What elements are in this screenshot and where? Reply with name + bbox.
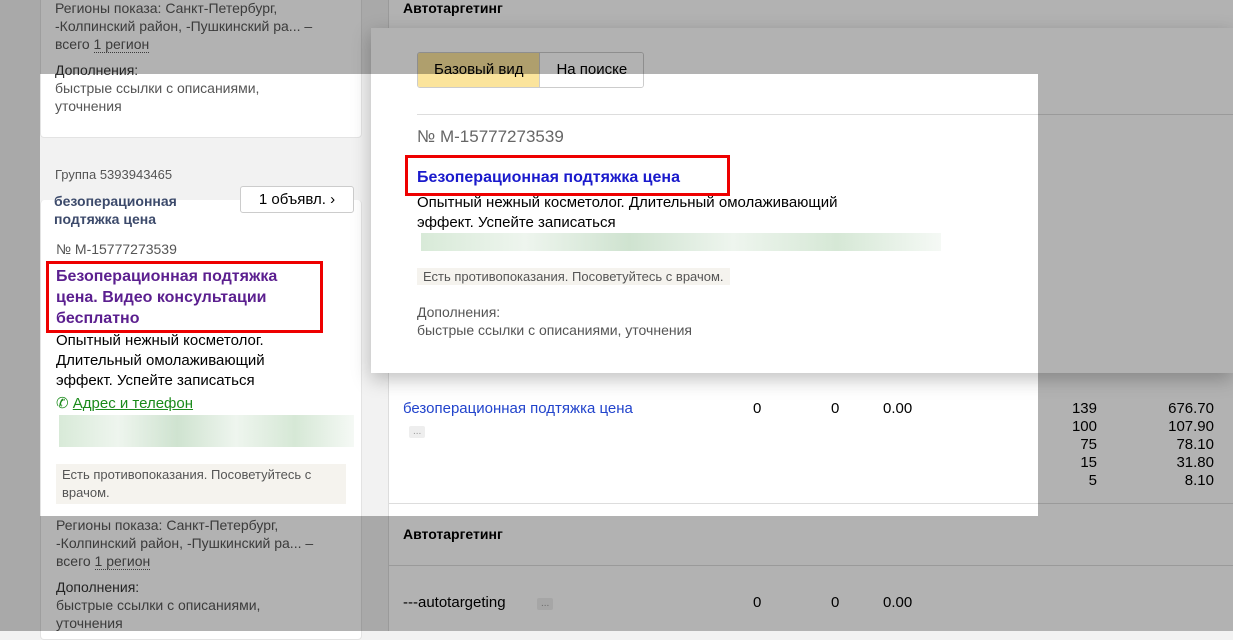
warning: Есть противопоказания. Посоветуйтесь с в… (56, 464, 346, 504)
cell: 0.00 (883, 400, 913, 417)
contact-link-label: Адрес и телефон (72, 395, 194, 412)
dim-overlay (0, 0, 1233, 74)
ad-text-line: эффект. Успейте записаться (417, 214, 616, 231)
warning: Есть противопоказания. Посоветуйтесь с в… (417, 268, 730, 285)
blurred-url (421, 233, 941, 251)
cell: 0 (831, 400, 840, 417)
extras-text: быстрые ссылки с описаниями, (55, 80, 260, 96)
phone-icon: ✆ (56, 395, 73, 412)
group-name-line: подтяжка цена (54, 211, 156, 227)
ad-text-line: эффект. Успейте записаться (56, 372, 255, 389)
warning-line: Есть противопоказания. Посоветуйтесь с (62, 467, 312, 482)
extras-label: Дополнения: (417, 304, 501, 320)
group-name[interactable]: безоперационная подтяжка цена (54, 192, 177, 228)
dim-overlay (0, 74, 40, 516)
ad-text-line: Длительный омолаживающий (56, 352, 265, 369)
dim-overlay (0, 516, 1233, 631)
ad-text-line: Опытный нежный косметолог. (56, 332, 264, 349)
cell: 0 (753, 400, 762, 417)
group-label: Группа 5393943465 (55, 167, 173, 182)
extras-text: уточнения (55, 98, 122, 114)
dim-overlay (1038, 74, 1233, 516)
group-name-line: безоперационная (54, 193, 177, 209)
ads-count-label: 1 объявл. (258, 191, 326, 208)
highlight-box (405, 155, 730, 196)
ad-number: № M-15777273539 (56, 241, 177, 257)
phrase-link[interactable]: безоперационная подтяжка цена (403, 400, 633, 417)
more-button[interactable]: ... (409, 426, 426, 438)
ad-text-line: Опытный нежный косметолог. Длительный ом… (417, 194, 838, 211)
warning-line: врачом. (62, 485, 110, 500)
ads-count-button[interactable]: 1 объявл. › (240, 186, 354, 213)
ad-number: № M-15777273539 (417, 127, 564, 146)
highlight-box (46, 261, 323, 333)
blurred-url (59, 415, 354, 447)
extras-text: быстрые ссылки с описаниями, уточнения (417, 322, 692, 338)
chevron-right-icon: › (330, 191, 336, 208)
contact-link[interactable]: ✆ Адрес и телефон (56, 394, 193, 412)
